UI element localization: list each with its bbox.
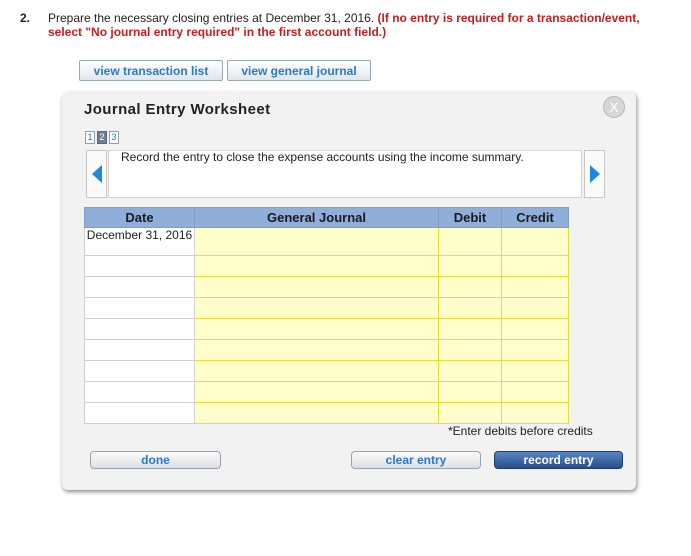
journal-entry-worksheet: Journal Entry Worksheet X 1 2 3 Record t… bbox=[62, 92, 636, 490]
account-field[interactable] bbox=[194, 255, 439, 277]
journal-table: Date General Journal Debit Credit Decemb… bbox=[84, 207, 569, 424]
journal-rows: December 31, 2016 bbox=[84, 227, 569, 424]
date-cell bbox=[84, 339, 195, 361]
account-field[interactable] bbox=[194, 402, 439, 424]
table-row bbox=[84, 255, 569, 277]
table-row bbox=[84, 360, 569, 382]
close-icon[interactable]: X bbox=[603, 96, 625, 118]
account-field[interactable] bbox=[194, 360, 439, 382]
entry-description: Record the entry to close the expense ac… bbox=[108, 150, 582, 198]
previous-button[interactable] bbox=[86, 150, 107, 198]
credit-field[interactable] bbox=[501, 297, 569, 319]
next-button[interactable] bbox=[584, 150, 605, 198]
debit-field[interactable] bbox=[438, 227, 502, 256]
page-2-button[interactable]: 2 bbox=[97, 131, 107, 144]
date-cell bbox=[84, 255, 195, 277]
debit-field[interactable] bbox=[438, 339, 502, 361]
credit-field[interactable] bbox=[501, 402, 569, 424]
debit-field[interactable] bbox=[438, 297, 502, 319]
date-cell bbox=[84, 402, 195, 424]
page-1-button[interactable]: 1 bbox=[85, 131, 95, 144]
question-text: Prepare the necessary closing entries at… bbox=[48, 11, 648, 39]
credit-field[interactable] bbox=[501, 255, 569, 277]
credit-field[interactable] bbox=[501, 360, 569, 382]
date-cell bbox=[84, 276, 195, 298]
date-cell bbox=[84, 297, 195, 319]
page-indicator: 1 2 3 bbox=[85, 131, 119, 144]
arrow-left-icon bbox=[91, 165, 102, 183]
clear-entry-button[interactable]: clear entry bbox=[351, 451, 481, 469]
date-cell: December 31, 2016 bbox=[84, 227, 195, 256]
table-row bbox=[84, 297, 569, 319]
account-field[interactable] bbox=[194, 339, 439, 361]
worksheet-title: Journal Entry Worksheet bbox=[84, 101, 271, 118]
credit-field[interactable] bbox=[501, 318, 569, 340]
credit-field[interactable] bbox=[501, 381, 569, 403]
date-cell bbox=[84, 360, 195, 382]
table-row bbox=[84, 339, 569, 361]
done-button[interactable]: done bbox=[90, 451, 221, 469]
record-entry-button[interactable]: record entry bbox=[494, 451, 623, 469]
table-row: December 31, 2016 bbox=[84, 227, 569, 256]
view-general-journal-button[interactable]: view general journal bbox=[227, 60, 371, 81]
table-row bbox=[84, 381, 569, 403]
account-field[interactable] bbox=[194, 381, 439, 403]
table-row bbox=[84, 318, 569, 340]
column-header-general-journal: General Journal bbox=[194, 207, 439, 228]
debit-field[interactable] bbox=[438, 318, 502, 340]
credit-field[interactable] bbox=[501, 339, 569, 361]
table-row bbox=[84, 402, 569, 424]
credit-field[interactable] bbox=[501, 227, 569, 256]
page-3-button[interactable]: 3 bbox=[109, 131, 119, 144]
view-transaction-list-button[interactable]: view transaction list bbox=[79, 60, 223, 81]
date-cell bbox=[84, 318, 195, 340]
account-field[interactable] bbox=[194, 318, 439, 340]
account-field[interactable] bbox=[194, 276, 439, 298]
column-header-debit: Debit bbox=[438, 207, 502, 228]
account-field[interactable] bbox=[194, 227, 439, 256]
question-number: 2. bbox=[20, 11, 31, 25]
debit-field[interactable] bbox=[438, 276, 502, 298]
date-text: December 31, 2016 bbox=[86, 228, 193, 242]
column-header-date: Date bbox=[84, 207, 195, 228]
question-instruction: Prepare the necessary closing entries at… bbox=[48, 11, 375, 25]
credit-field[interactable] bbox=[501, 276, 569, 298]
debit-field[interactable] bbox=[438, 360, 502, 382]
arrow-right-icon bbox=[589, 165, 600, 183]
column-header-credit: Credit bbox=[501, 207, 569, 228]
debit-field[interactable] bbox=[438, 402, 502, 424]
entry-description-text: Record the entry to close the expense ac… bbox=[121, 150, 524, 164]
debit-field[interactable] bbox=[438, 381, 502, 403]
table-row bbox=[84, 276, 569, 298]
debits-before-credits-hint: *Enter debits before credits bbox=[448, 424, 593, 438]
date-cell bbox=[84, 381, 195, 403]
account-field[interactable] bbox=[194, 297, 439, 319]
debit-field[interactable] bbox=[438, 255, 502, 277]
